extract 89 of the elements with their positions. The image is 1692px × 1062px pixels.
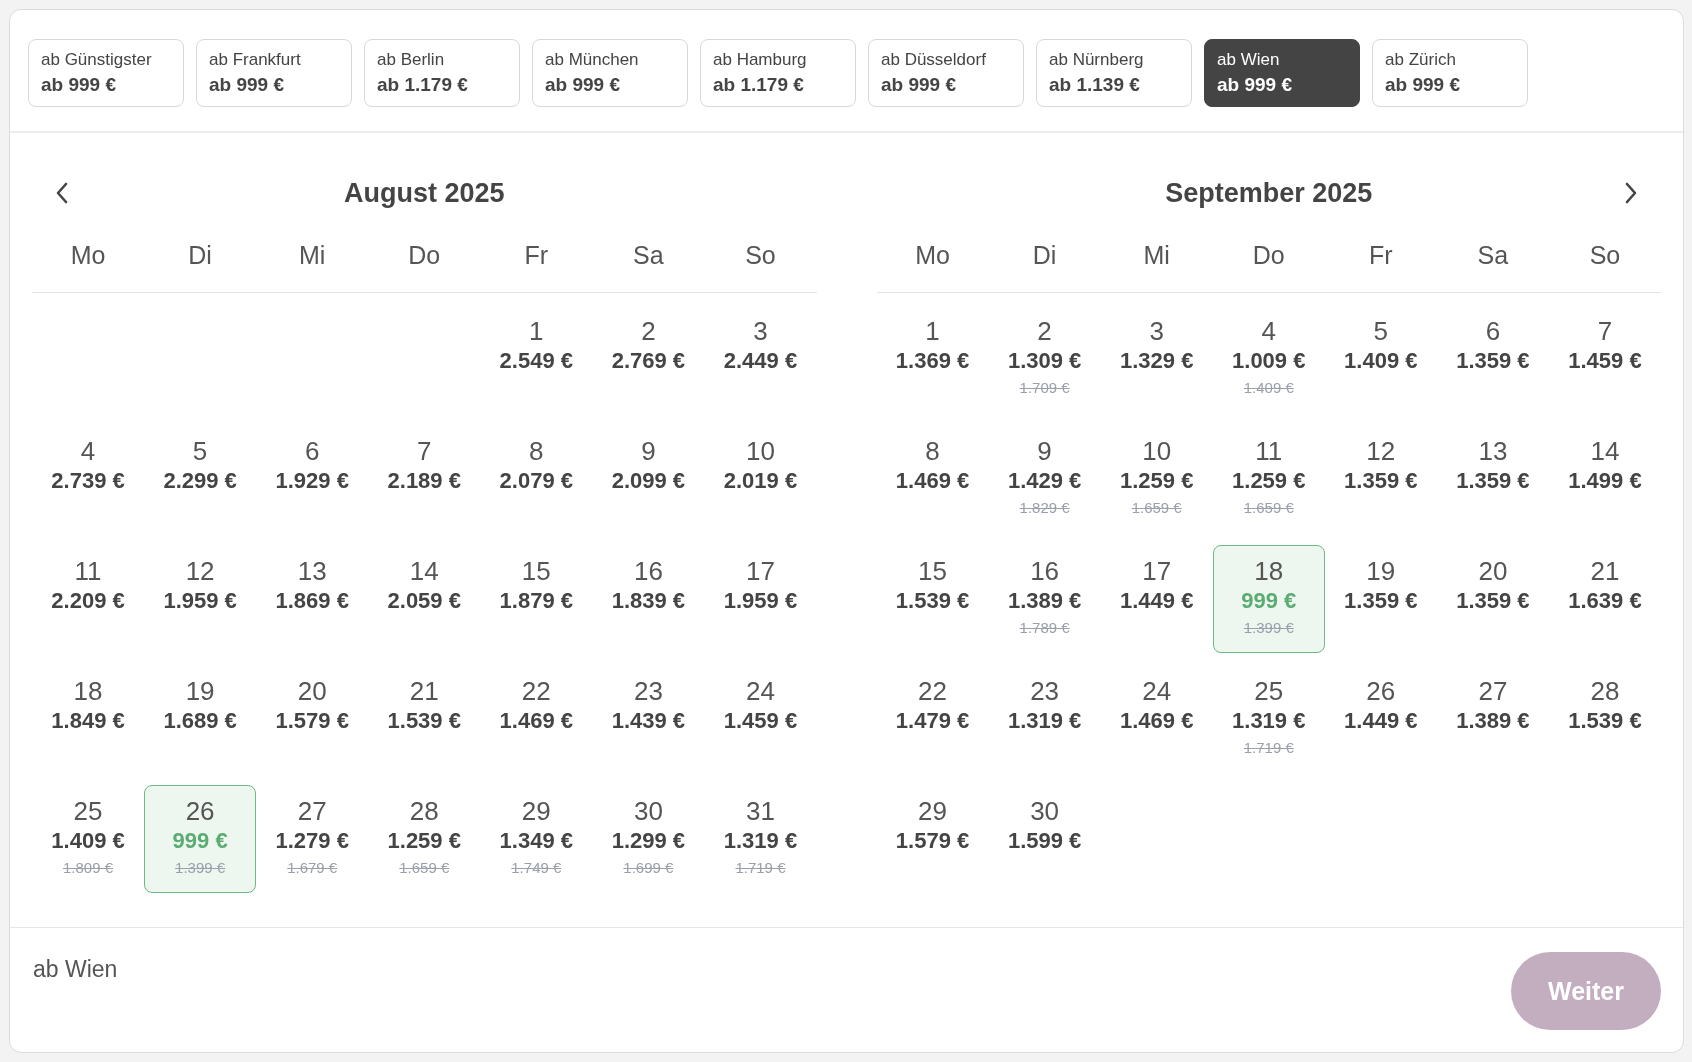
- day-cell[interactable]: 25 1.319 € 1.719 €: [1212, 665, 1325, 773]
- day-cell[interactable]: 8 2.079 €: [480, 425, 593, 533]
- day-cell[interactable]: 10 2.019 €: [704, 425, 817, 533]
- weekday-label: Fr: [524, 241, 549, 270]
- weekday-label: Sa: [1477, 241, 1509, 270]
- origin-tab[interactable]: ab Frankfurt ab 999 €: [196, 39, 352, 107]
- day-cell[interactable]: 13 1.359 €: [1436, 425, 1549, 533]
- day-cell[interactable]: 4 1.009 € 1.409 €: [1212, 305, 1325, 413]
- day-cell[interactable]: 23 1.439 €: [592, 665, 705, 773]
- day-cell[interactable]: 26 1.449 €: [1324, 665, 1437, 773]
- weekday-label: Do: [408, 241, 441, 270]
- day-cell[interactable]: 4 2.739 €: [32, 425, 145, 533]
- weekday-label: Fr: [1369, 241, 1393, 270]
- day-cell[interactable]: 9 2.099 €: [592, 425, 705, 533]
- day-cell[interactable]: 20 1.359 €: [1436, 545, 1549, 653]
- day-cell[interactable]: 29 1.579 €: [876, 785, 989, 893]
- day-cell[interactable]: 6 1.929 €: [256, 425, 369, 533]
- day-cell[interactable]: 12 1.359 €: [1324, 425, 1437, 533]
- day-cell[interactable]: 9 1.429 € 1.829 €: [988, 425, 1101, 533]
- day-cell[interactable]: 21 1.639 €: [1548, 545, 1661, 653]
- day-cell[interactable]: 18 999 € 1.399 €: [1212, 545, 1325, 653]
- weekday-label: Mo: [915, 241, 950, 270]
- day-cell[interactable]: 7 2.189 €: [368, 425, 481, 533]
- day-cell[interactable]: 27 1.389 €: [1436, 665, 1549, 773]
- day-cell[interactable]: 30 1.599 €: [988, 785, 1101, 893]
- weekday-label: So: [745, 241, 776, 270]
- day-cell[interactable]: 22 1.479 €: [876, 665, 989, 773]
- day-cell[interactable]: 27 1.279 € 1.679 €: [256, 785, 369, 893]
- day-cell[interactable]: 16 1.389 € 1.789 €: [988, 545, 1101, 653]
- day-cell[interactable]: 28 1.539 €: [1548, 665, 1661, 773]
- day-cell[interactable]: 17 1.959 €: [704, 545, 817, 653]
- day-cell[interactable]: 29 1.349 € 1.749 €: [480, 785, 593, 893]
- day-cell[interactable]: 13 1.869 €: [256, 545, 369, 653]
- day-cell[interactable]: 11 1.259 € 1.659 €: [1212, 425, 1325, 533]
- month-title: August 2025: [343, 177, 505, 209]
- month-title: September 2025: [1165, 177, 1373, 209]
- day-cell[interactable]: 6 1.359 €: [1436, 305, 1549, 413]
- day-cell[interactable]: 2 1.309 € 1.709 €: [988, 305, 1101, 413]
- origin-tab[interactable]: ab Düsseldorf ab 999 €: [868, 39, 1024, 107]
- day-cell[interactable]: 21 1.539 €: [368, 665, 481, 773]
- weekday-label: Sa: [633, 241, 664, 270]
- day-cell[interactable]: 1 2.549 €: [480, 305, 593, 413]
- weekday-label: So: [1589, 241, 1621, 270]
- day-cell[interactable]: 3 2.449 €: [704, 305, 817, 413]
- weekday-label: Di: [188, 241, 212, 270]
- day-cell[interactable]: 10 1.259 € 1.659 €: [1100, 425, 1213, 533]
- day-cell[interactable]: 11 2.209 €: [32, 545, 145, 653]
- origin-tab[interactable]: ab Zürich ab 999 €: [1372, 39, 1528, 107]
- origin-tab[interactable]: ab Hamburg ab 1.179 €: [700, 39, 856, 107]
- day-cell[interactable]: 15 1.539 €: [876, 545, 989, 653]
- day-cell[interactable]: 2 2.769 €: [592, 305, 705, 413]
- weekday-label: Mi: [1143, 241, 1170, 270]
- day-cell[interactable]: 19 1.359 €: [1324, 545, 1437, 653]
- day-cell[interactable]: 19 1.689 €: [144, 665, 257, 773]
- day-cell[interactable]: 14 1.499 €: [1548, 425, 1661, 533]
- day-cell[interactable]: 1 1.369 €: [876, 305, 989, 413]
- day-cell[interactable]: 20 1.579 €: [256, 665, 369, 773]
- day-cell[interactable]: 15 1.879 €: [480, 545, 593, 653]
- next-month-icon[interactable]: [1624, 182, 1638, 204]
- weekday-label: Do: [1252, 241, 1285, 270]
- day-cell[interactable]: 3 1.329 €: [1100, 305, 1213, 413]
- origin-tab[interactable]: ab Berlin ab 1.179 €: [364, 39, 520, 107]
- day-cell[interactable]: 25 1.409 € 1.809 €: [32, 785, 145, 893]
- day-cell[interactable]: 24 1.459 €: [704, 665, 817, 773]
- day-cell[interactable]: 14 2.059 €: [368, 545, 481, 653]
- day-cell[interactable]: 17 1.449 €: [1100, 545, 1213, 653]
- day-cell[interactable]: 18 1.849 €: [32, 665, 145, 773]
- day-cell[interactable]: 23 1.319 €: [988, 665, 1101, 773]
- day-cell[interactable]: 26 999 € 1.399 €: [144, 785, 257, 893]
- day-cell[interactable]: 5 1.409 €: [1324, 305, 1437, 413]
- day-cell[interactable]: 24 1.469 €: [1100, 665, 1213, 773]
- day-cell[interactable]: 5 2.299 €: [144, 425, 257, 533]
- day-cell[interactable]: 8 1.469 €: [876, 425, 989, 533]
- origin-tab[interactable]: ab München ab 999 €: [532, 39, 688, 107]
- day-cell[interactable]: 16 1.839 €: [592, 545, 705, 653]
- origin-tab[interactable]: ab Günstigster ab 999 €: [28, 39, 184, 107]
- day-cell[interactable]: 30 1.299 € 1.699 €: [592, 785, 705, 893]
- origin-tab[interactable]: ab Nürnberg ab 1.139 €: [1036, 39, 1192, 107]
- day-cell[interactable]: 12 1.959 €: [144, 545, 257, 653]
- day-cell[interactable]: 31 1.319 € 1.719 €: [704, 785, 817, 893]
- day-cell[interactable]: 22 1.469 €: [480, 665, 593, 773]
- day-cell[interactable]: 28 1.259 € 1.659 €: [368, 785, 481, 893]
- weekday-label: Mo: [70, 241, 106, 270]
- previous-month-icon[interactable]: [55, 182, 69, 204]
- weekday-label: Di: [1032, 241, 1057, 270]
- origin-tab[interactable]: ab Wien ab 999 €: [1204, 39, 1360, 107]
- selected-origin: ab Wien: [33, 956, 118, 983]
- day-cell[interactable]: 7 1.459 €: [1548, 305, 1661, 413]
- weekday-label: Mi: [298, 241, 326, 270]
